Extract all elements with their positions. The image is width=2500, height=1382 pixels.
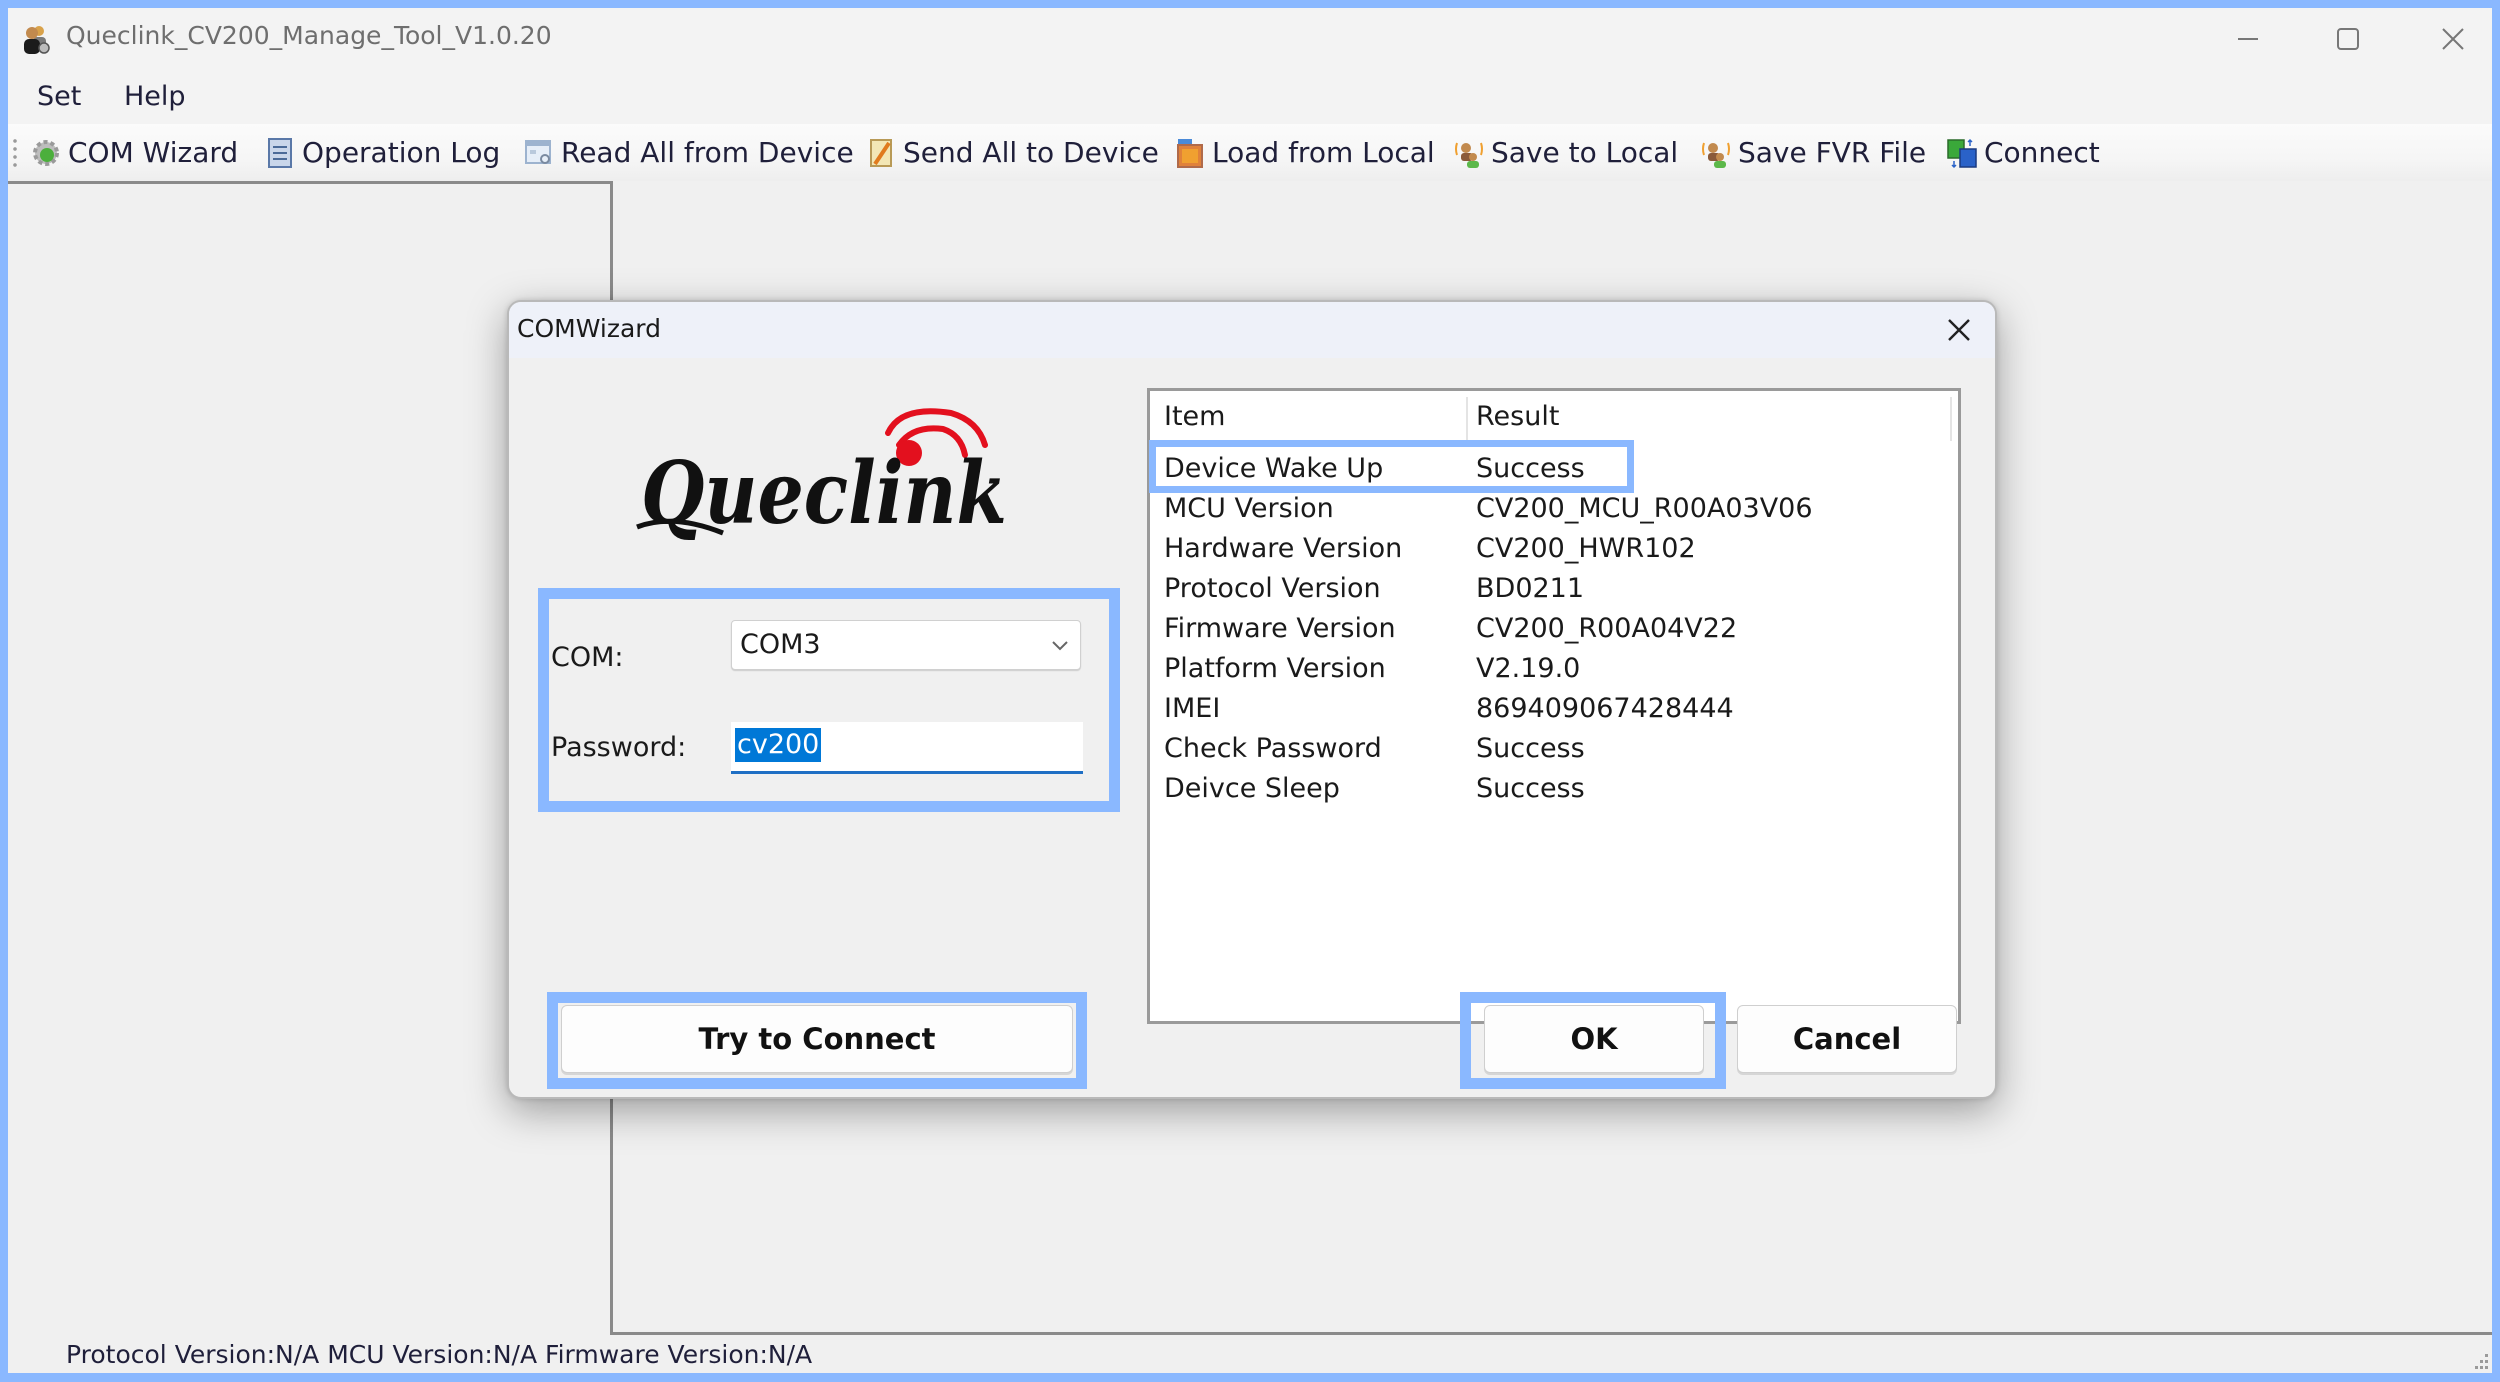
menu-help[interactable]: Help xyxy=(124,81,186,112)
resize-grip-icon[interactable] xyxy=(2468,1349,2490,1371)
list-row[interactable]: Firmware Version CV200_R00A04V22 xyxy=(1150,611,1958,651)
log-scroll-icon xyxy=(268,137,292,168)
save-local-button[interactable]: Save to Local xyxy=(1453,124,1678,181)
window-title: Queclink_CV200_Manage_Tool_V1.0.20 xyxy=(66,21,552,50)
list-cell-item: Platform Version xyxy=(1164,653,1386,684)
close-icon xyxy=(2442,28,2464,50)
list-cell-item: IMEI xyxy=(1164,693,1221,724)
connect-button[interactable]: Connect xyxy=(1946,124,2100,181)
list-cell-item: Firmware Version xyxy=(1164,613,1396,644)
column-divider[interactable] xyxy=(1950,397,1952,441)
maximize-button[interactable] xyxy=(2298,8,2398,70)
column-header-item[interactable]: Item xyxy=(1164,401,1225,432)
save-fvr-users-icon xyxy=(1702,142,1730,168)
save-local-label: Save to Local xyxy=(1491,136,1679,169)
list-header: Item Result xyxy=(1150,391,1958,443)
status-bar: Protocol Version:N/A MCU Version:N/A Fir… xyxy=(8,1337,2492,1373)
dialog-title: COMWizard xyxy=(517,314,661,343)
operation-log-label: Operation Log xyxy=(302,136,501,169)
send-all-label: Send All to Device xyxy=(903,136,1159,169)
operation-log-button[interactable]: Operation Log xyxy=(264,124,500,181)
load-local-button[interactable]: Load from Local xyxy=(1174,124,1435,181)
save-fvr-button[interactable]: Save FVR File xyxy=(1700,124,1926,181)
queclink-logo: Queclink xyxy=(636,408,1007,540)
send-notepad-icon xyxy=(870,138,892,167)
load-image-icon xyxy=(1177,138,1203,168)
maximize-icon xyxy=(2337,28,2359,50)
list-row[interactable]: Platform Version V2.19.0 xyxy=(1150,651,1958,691)
list-row[interactable]: Deivce Sleep Success xyxy=(1150,771,1958,811)
close-icon xyxy=(1948,319,1970,341)
list-cell-result: CV200_HWR102 xyxy=(1476,533,1696,564)
list-cell-item: Protocol Version xyxy=(1164,573,1381,604)
load-local-label: Load from Local xyxy=(1212,136,1435,169)
list-row[interactable]: MCU Version CV200_MCU_R00A03V06 xyxy=(1150,491,1958,531)
cancel-button[interactable]: Cancel xyxy=(1737,1005,1957,1073)
list-cell-result: Success xyxy=(1476,733,1585,764)
list-cell-result: BD0211 xyxy=(1476,573,1585,604)
send-all-button[interactable]: Send All to Device xyxy=(865,124,1159,181)
list-cell-item: Deivce Sleep xyxy=(1164,773,1340,804)
list-row[interactable]: IMEI 869409067428444 xyxy=(1150,691,1958,731)
close-button[interactable] xyxy=(2403,8,2492,70)
menu-set[interactable]: Set xyxy=(37,81,81,112)
minimize-icon xyxy=(2238,38,2258,40)
list-cell-result: 869409067428444 xyxy=(1476,693,1734,724)
connect-label: Connect xyxy=(1984,136,2100,169)
save-users-icon xyxy=(1455,142,1483,168)
list-cell-item: Check Password xyxy=(1164,733,1382,764)
save-fvr-label: Save FVR File xyxy=(1738,136,1927,169)
list-cell-result: CV200_R00A04V22 xyxy=(1476,613,1738,644)
users-gear-icon xyxy=(24,26,50,54)
minimize-button[interactable] xyxy=(2198,8,2298,70)
password-label: Password: xyxy=(551,732,687,763)
com-label: COM: xyxy=(551,642,624,673)
read-all-label: Read All from Device xyxy=(561,136,854,169)
list-cell-result: Success xyxy=(1476,773,1585,804)
password-input[interactable]: cv200 xyxy=(731,722,1083,774)
connect-swap-icon xyxy=(1947,138,1977,168)
com-port-value: COM3 xyxy=(740,629,821,660)
status-text: Protocol Version:N/A MCU Version:N/A Fir… xyxy=(66,1340,813,1369)
password-value: cv200 xyxy=(735,728,822,762)
com-port-select[interactable]: COM3 xyxy=(731,620,1081,670)
toolbar-gripper[interactable] xyxy=(12,137,18,169)
com-wizard-button[interactable]: COM Wizard xyxy=(30,124,238,181)
read-all-button[interactable]: Read All from Device xyxy=(523,124,854,181)
chevron-down-icon xyxy=(1052,641,1068,651)
menu-bar: Set Help xyxy=(8,70,2492,124)
com-wizard-label: COM Wizard xyxy=(68,136,239,169)
list-row[interactable]: Protocol Version BD0211 xyxy=(1150,571,1958,611)
list-row[interactable]: Hardware Version CV200_HWR102 xyxy=(1150,531,1958,571)
list-cell-item: Hardware Version xyxy=(1164,533,1403,564)
com-wizard-dialog: COMWizard Queclink COM: COM3 Password: c… xyxy=(507,300,1997,1099)
row-highlight xyxy=(1149,440,1634,493)
try-connect-button[interactable]: Try to Connect xyxy=(561,1005,1073,1073)
dialog-close-button[interactable] xyxy=(1937,308,1981,352)
list-cell-result: V2.19.0 xyxy=(1476,653,1581,684)
gear-wizard-icon xyxy=(33,139,59,166)
list-cell-item: MCU Version xyxy=(1164,493,1334,524)
column-divider[interactable] xyxy=(1466,397,1468,441)
title-bar: Queclink_CV200_Manage_Tool_V1.0.20 xyxy=(8,8,2492,70)
read-window-icon xyxy=(525,139,551,164)
toolbar: COM Wizard Operation Log Read All from D… xyxy=(8,124,2492,184)
list-row[interactable]: Check Password Success xyxy=(1150,731,1958,771)
dialog-title-bar: COMWizard xyxy=(509,302,1995,358)
column-header-result[interactable]: Result xyxy=(1476,401,1559,432)
ok-button[interactable]: OK xyxy=(1484,1005,1704,1073)
list-cell-result: CV200_MCU_R00A03V06 xyxy=(1476,493,1813,524)
